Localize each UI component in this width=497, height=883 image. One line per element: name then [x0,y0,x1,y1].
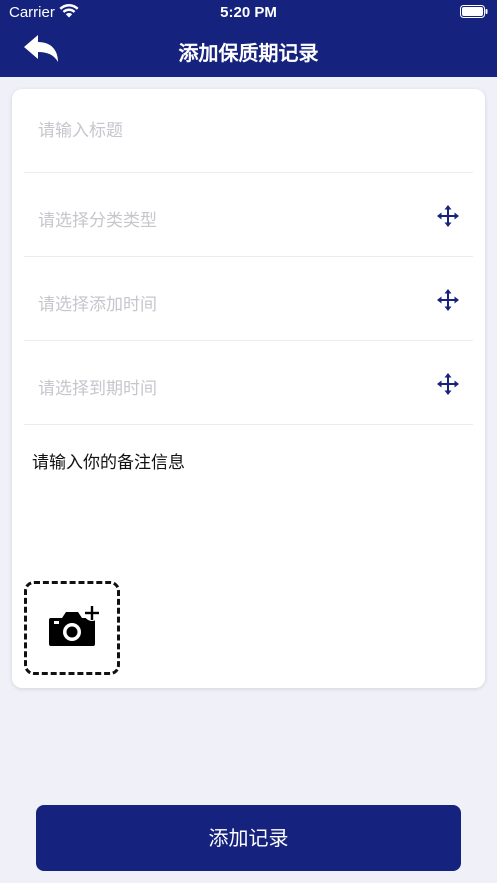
move-arrows-icon [437,373,459,395]
category-placeholder: 请选择分类类型 [38,211,157,231]
category-select-row[interactable]: 请选择分类类型 [24,173,473,257]
move-arrows-icon [437,289,459,311]
move-arrows-icon [437,205,459,227]
add-record-button[interactable]: 添加记录 [36,805,461,871]
expiry-time-select-row[interactable]: 请选择到期时间 [24,341,473,425]
record-form-card: 请选择分类类型 请选择添加时间 请选择到期时间 [12,89,485,688]
page-title: 添加保质期记录 [178,41,319,65]
status-time: 5:20 PM [220,4,277,21]
add-photo-button[interactable] [24,581,120,675]
header-bar: Carrier 5:20 PM 添加保质期记录 [0,0,497,77]
title-input[interactable] [38,121,418,141]
note-textarea[interactable]: 请输入你的备注信息 [32,448,185,473]
camera-add-icon [49,605,100,646]
battery-icon [460,5,488,18]
title-row [24,89,473,173]
add-time-placeholder: 请选择添加时间 [38,295,157,315]
expiry-time-placeholder: 请选择到期时间 [38,379,157,399]
add-time-select-row[interactable]: 请选择添加时间 [24,257,473,341]
status-bar: Carrier 5:20 PM [0,0,497,26]
